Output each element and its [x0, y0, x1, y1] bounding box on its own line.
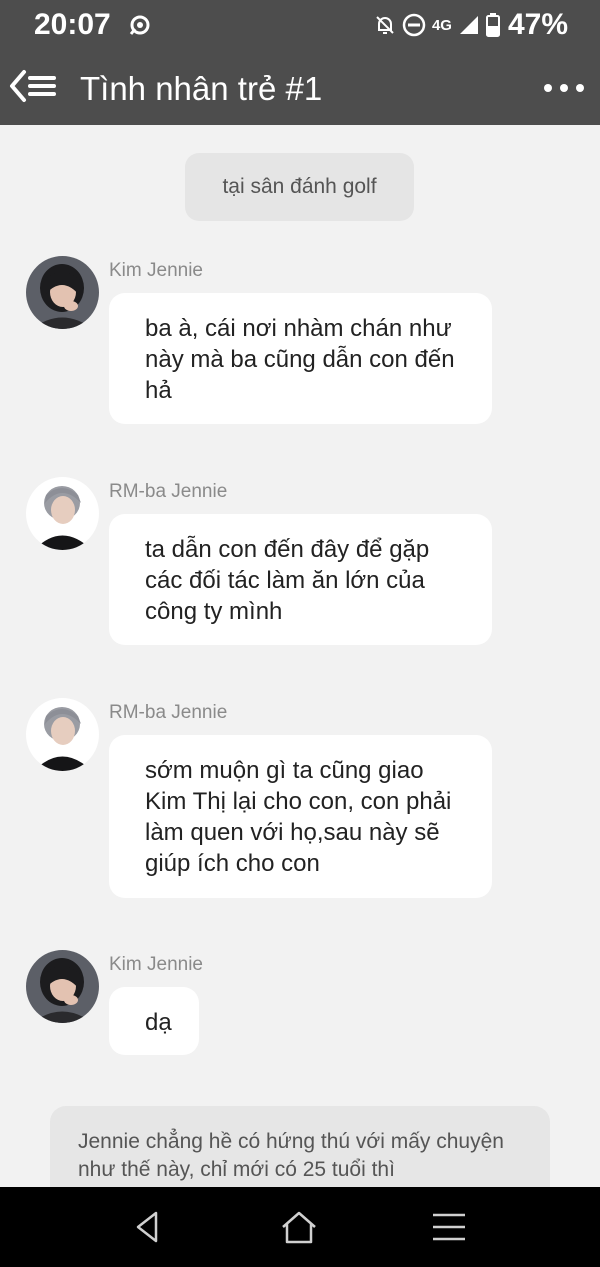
- avatar[interactable]: [26, 256, 99, 329]
- back-list-icon[interactable]: [8, 66, 58, 110]
- message-bubble: dạ: [109, 987, 199, 1055]
- sender-name: Kim Jennie: [109, 954, 203, 975]
- sender-name: RM-ba Jennie: [109, 702, 228, 723]
- menu-icon[interactable]: [429, 1207, 469, 1247]
- signal-icon: [459, 16, 478, 34]
- message-bubble: ta dẫn con đến đây để gặp các đối tác là…: [109, 514, 492, 645]
- status-icons: 4G 47%: [374, 8, 568, 42]
- home-icon[interactable]: [279, 1207, 319, 1247]
- dnd-icon: [402, 13, 426, 37]
- chat-area[interactable]: tại sân đánh golf Kim Jennie ba à, cái n…: [0, 125, 600, 1187]
- battery-percent: 47%: [507, 8, 568, 41]
- avatar[interactable]: [26, 477, 99, 550]
- narration-box: Jennie chẳng hề có hứng thú với mấy chuy…: [50, 1106, 550, 1187]
- status-time: 20:07: [34, 8, 111, 41]
- scene-label: tại sân đánh golf: [185, 153, 414, 221]
- notification-icon: [129, 15, 150, 35]
- system-nav-bar: [0, 1187, 600, 1267]
- chat-header: Tình nhân trẻ #1: [0, 52, 600, 125]
- avatar[interactable]: [26, 698, 99, 771]
- mute-icon: [376, 16, 394, 34]
- sender-name: Kim Jennie: [109, 260, 203, 281]
- battery-icon: [485, 13, 500, 37]
- more-icon[interactable]: [542, 74, 586, 102]
- message-bubble: sớm muộn gì ta cũng giao Kim Thị lại cho…: [109, 735, 492, 898]
- back-triangle-icon[interactable]: [128, 1207, 168, 1247]
- chat-title: Tình nhân trẻ #1: [80, 70, 323, 107]
- network-type: 4G: [431, 16, 452, 34]
- sender-name: RM-ba Jennie: [109, 481, 228, 502]
- status-bar: 20:07 4G 47%: [0, 0, 600, 52]
- message-bubble: ba à, cái nơi nhàm chán như này mà ba cũ…: [109, 293, 492, 424]
- avatar[interactable]: [26, 950, 99, 1023]
